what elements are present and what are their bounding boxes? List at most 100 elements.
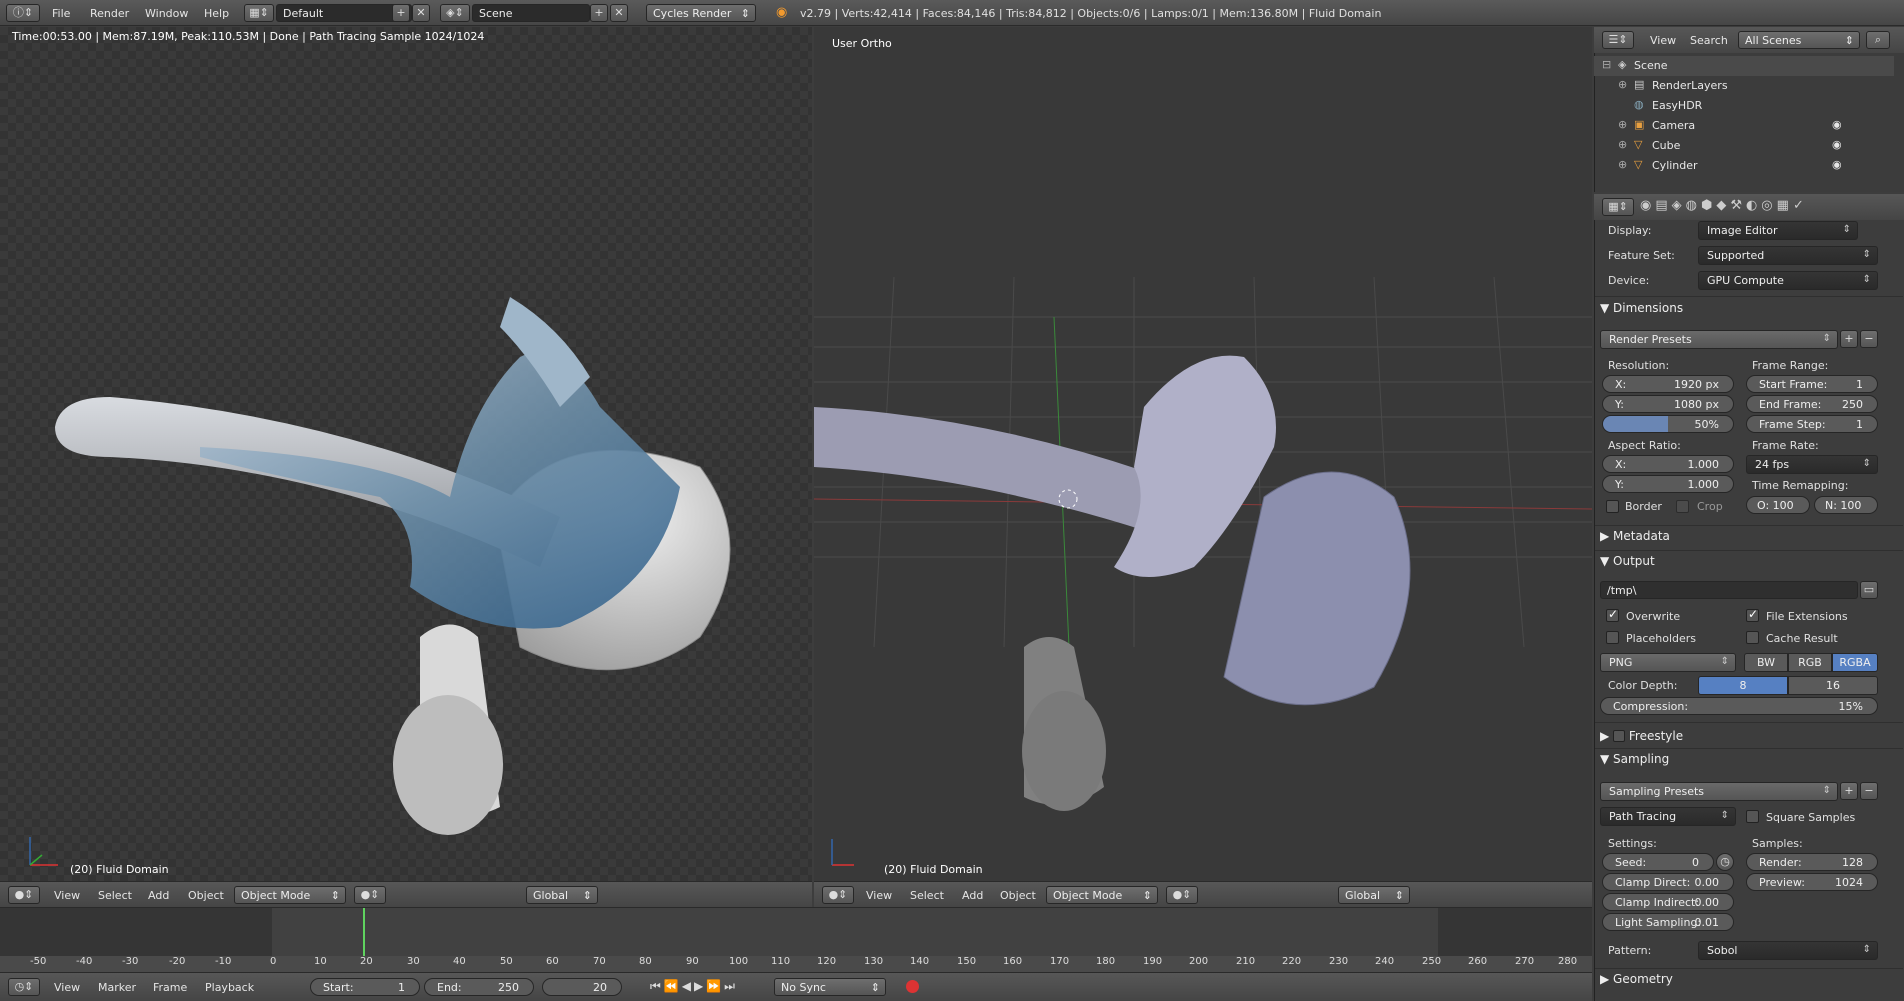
remove-preset-icon[interactable]: − bbox=[1860, 330, 1878, 348]
current-frame-field[interactable]: 20 bbox=[542, 978, 622, 996]
menu-object[interactable]: Object bbox=[188, 889, 224, 902]
outliner-item-cube[interactable]: ⊕ ▽ Cube ◉ bbox=[1594, 136, 1894, 156]
sync-dropdown[interactable]: No Sync ⇕ bbox=[774, 978, 886, 996]
end-frame-prop-field[interactable]: End Frame: 250 bbox=[1746, 395, 1878, 413]
metadata-section-header[interactable]: ▶ Metadata bbox=[1600, 529, 1670, 543]
output-path-field[interactable]: /tmp\ bbox=[1600, 581, 1858, 599]
folder-icon[interactable]: ▭ bbox=[1860, 581, 1878, 599]
menu-view[interactable]: View bbox=[54, 889, 80, 902]
render-samples-field[interactable]: Render: 128 bbox=[1746, 853, 1878, 871]
resolution-x-field[interactable]: X: 1920 px bbox=[1602, 375, 1734, 393]
light-sampling-field[interactable]: Light Sampling: 0.01 bbox=[1602, 913, 1734, 931]
file-format-dropdown[interactable]: PNG bbox=[1600, 653, 1736, 672]
properties-tabs-icons[interactable]: ◉▤◈◍⬢◆⚒◐◎▦✓ bbox=[1640, 198, 1808, 213]
display-dropdown[interactable]: Image Editor bbox=[1698, 221, 1858, 240]
crop-checkbox[interactable] bbox=[1676, 500, 1689, 513]
square-samples-checkbox[interactable] bbox=[1746, 810, 1759, 823]
seed-clock-icon[interactable]: ◷ bbox=[1716, 853, 1734, 871]
eye-icon[interactable]: ◉ bbox=[1832, 118, 1842, 131]
menu-window[interactable]: Window bbox=[145, 7, 188, 20]
eye-icon[interactable]: ◉ bbox=[1832, 158, 1842, 171]
search-icon[interactable]: ⌕ bbox=[1866, 31, 1890, 49]
outliner-item-scene[interactable]: ⊟ ◈ Scene bbox=[1594, 56, 1894, 76]
remove-sampling-preset-icon[interactable]: − bbox=[1860, 782, 1878, 800]
sampling-section-header[interactable]: ▼ Sampling bbox=[1600, 752, 1669, 766]
cache-result-checkbox[interactable] bbox=[1746, 631, 1759, 644]
placeholders-checkbox[interactable] bbox=[1606, 631, 1619, 644]
outliner-item-renderlayers[interactable]: ⊕ ▤ RenderLayers bbox=[1594, 76, 1894, 96]
clamp-indirect-field[interactable]: Clamp Indirect: 0.00 bbox=[1602, 893, 1734, 911]
seed-field[interactable]: Seed: 0 bbox=[1602, 853, 1714, 871]
outliner-filter-dropdown[interactable]: All Scenes ⇕ bbox=[1738, 31, 1860, 49]
add-preset-icon[interactable]: + bbox=[1840, 330, 1858, 348]
geometry-section-header[interactable]: ▶ Geometry bbox=[1600, 972, 1673, 986]
resolution-percent-slider[interactable]: 50% bbox=[1602, 415, 1734, 433]
dimensions-section-header[interactable]: ▼ Dimensions bbox=[1600, 301, 1683, 315]
object-mode-dropdown[interactable]: Object Mode ⇕ bbox=[234, 886, 346, 904]
aspect-y-field[interactable]: Y: 1.000 bbox=[1602, 475, 1734, 493]
frame-rate-dropdown[interactable]: 24 fps bbox=[1746, 455, 1878, 474]
aspect-x-field[interactable]: X: 1.000 bbox=[1602, 455, 1734, 473]
frame-cursor[interactable] bbox=[363, 908, 365, 957]
sampling-presets-dropdown[interactable]: Sampling Presets bbox=[1600, 782, 1838, 801]
add-layout-icon[interactable]: + bbox=[392, 4, 410, 22]
menu-frame[interactable]: Frame bbox=[153, 981, 187, 994]
menu-add-2[interactable]: Add bbox=[962, 889, 983, 902]
remap-old-field[interactable]: O: 100 bbox=[1746, 496, 1810, 514]
timeline-editor-icon[interactable]: ◷⇕ bbox=[8, 978, 40, 996]
info-editor-type-icon[interactable]: ⓘ⇕ bbox=[6, 4, 40, 22]
editor-type-icon-2[interactable]: ●⇕ bbox=[822, 886, 854, 904]
eye-icon[interactable]: ◉ bbox=[1832, 138, 1842, 151]
resolution-y-field[interactable]: Y: 1080 px bbox=[1602, 395, 1734, 413]
add-sampling-preset-icon[interactable]: + bbox=[1840, 782, 1858, 800]
outliner-menu-search[interactable]: Search bbox=[1690, 34, 1728, 47]
outliner-item-easyhdr[interactable]: ◍ EasyHDR bbox=[1594, 96, 1894, 116]
freestyle-checkbox[interactable] bbox=[1613, 730, 1626, 742]
layout-icon[interactable]: ▦⇕ bbox=[244, 4, 274, 22]
compression-slider[interactable]: Compression: 15% bbox=[1600, 697, 1878, 715]
remap-new-field[interactable]: N: 100 bbox=[1814, 496, 1878, 514]
freestyle-section-header[interactable]: ▶ Freestyle bbox=[1600, 728, 1683, 743]
menu-select-2[interactable]: Select bbox=[910, 889, 944, 902]
remove-layout-icon[interactable]: ✕ bbox=[412, 4, 430, 22]
rgb-toggle[interactable]: RGB bbox=[1788, 653, 1832, 672]
menu-file[interactable]: File bbox=[52, 7, 70, 20]
3d-viewport[interactable]: User Ortho (20) Fluid Domain bbox=[814, 27, 1592, 881]
editor-type-icon[interactable]: ●⇕ bbox=[8, 886, 40, 904]
preview-samples-field[interactable]: Preview: 1024 bbox=[1746, 873, 1878, 891]
menu-playback[interactable]: Playback bbox=[205, 981, 254, 994]
rendered-viewport[interactable]: Time:00:53.00 | Mem:87.19M, Peak:110.53M… bbox=[0, 27, 812, 881]
viewport-shading-icon-2[interactable]: ●⇕ bbox=[1166, 886, 1198, 904]
bw-toggle[interactable]: BW bbox=[1744, 653, 1788, 672]
scene-field[interactable]: Scene bbox=[472, 4, 590, 22]
frame-step-field[interactable]: Frame Step: 1 bbox=[1746, 415, 1878, 433]
outliner-item-camera[interactable]: ⊕ ▣ Camera ◉ bbox=[1594, 116, 1894, 136]
menu-help[interactable]: Help bbox=[204, 7, 229, 20]
properties-editor-icon[interactable]: ▦⇕ bbox=[1602, 198, 1634, 216]
menu-add[interactable]: Add bbox=[148, 889, 169, 902]
start-frame-prop-field[interactable]: Start Frame: 1 bbox=[1746, 375, 1878, 393]
orientation-dropdown-2[interactable]: Global ⇕ bbox=[1338, 886, 1410, 904]
file-extensions-checkbox[interactable] bbox=[1746, 607, 1759, 622]
feature-set-dropdown[interactable]: Supported bbox=[1698, 246, 1878, 265]
remove-scene-icon[interactable]: ✕ bbox=[610, 4, 628, 22]
rgba-toggle[interactable]: RGBA bbox=[1832, 653, 1878, 672]
pattern-dropdown[interactable]: Sobol bbox=[1698, 941, 1878, 960]
scene-icon[interactable]: ◈⇕ bbox=[440, 4, 470, 22]
output-section-header[interactable]: ▼ Output bbox=[1600, 554, 1655, 568]
outliner-menu-view[interactable]: View bbox=[1650, 34, 1676, 47]
outliner-item-cylinder[interactable]: ⊕ ▽ Cylinder ◉ bbox=[1594, 156, 1894, 176]
outliner-editor-icon[interactable]: ☰⇕ bbox=[1602, 31, 1634, 49]
color-depth-16[interactable]: 16 bbox=[1788, 676, 1878, 695]
menu-view-tl[interactable]: View bbox=[54, 981, 80, 994]
device-dropdown[interactable]: GPU Compute bbox=[1698, 271, 1878, 290]
object-mode-dropdown-2[interactable]: Object Mode ⇕ bbox=[1046, 886, 1158, 904]
add-scene-icon[interactable]: + bbox=[590, 4, 608, 22]
menu-view-2[interactable]: View bbox=[866, 889, 892, 902]
viewport-shading-icon[interactable]: ●⇕ bbox=[354, 886, 386, 904]
render-presets-dropdown[interactable]: Render Presets bbox=[1600, 330, 1838, 349]
color-depth-8[interactable]: 8 bbox=[1698, 676, 1788, 695]
record-icon[interactable] bbox=[906, 980, 919, 993]
clamp-direct-field[interactable]: Clamp Direct: 0.00 bbox=[1602, 873, 1734, 891]
menu-marker[interactable]: Marker bbox=[98, 981, 136, 994]
